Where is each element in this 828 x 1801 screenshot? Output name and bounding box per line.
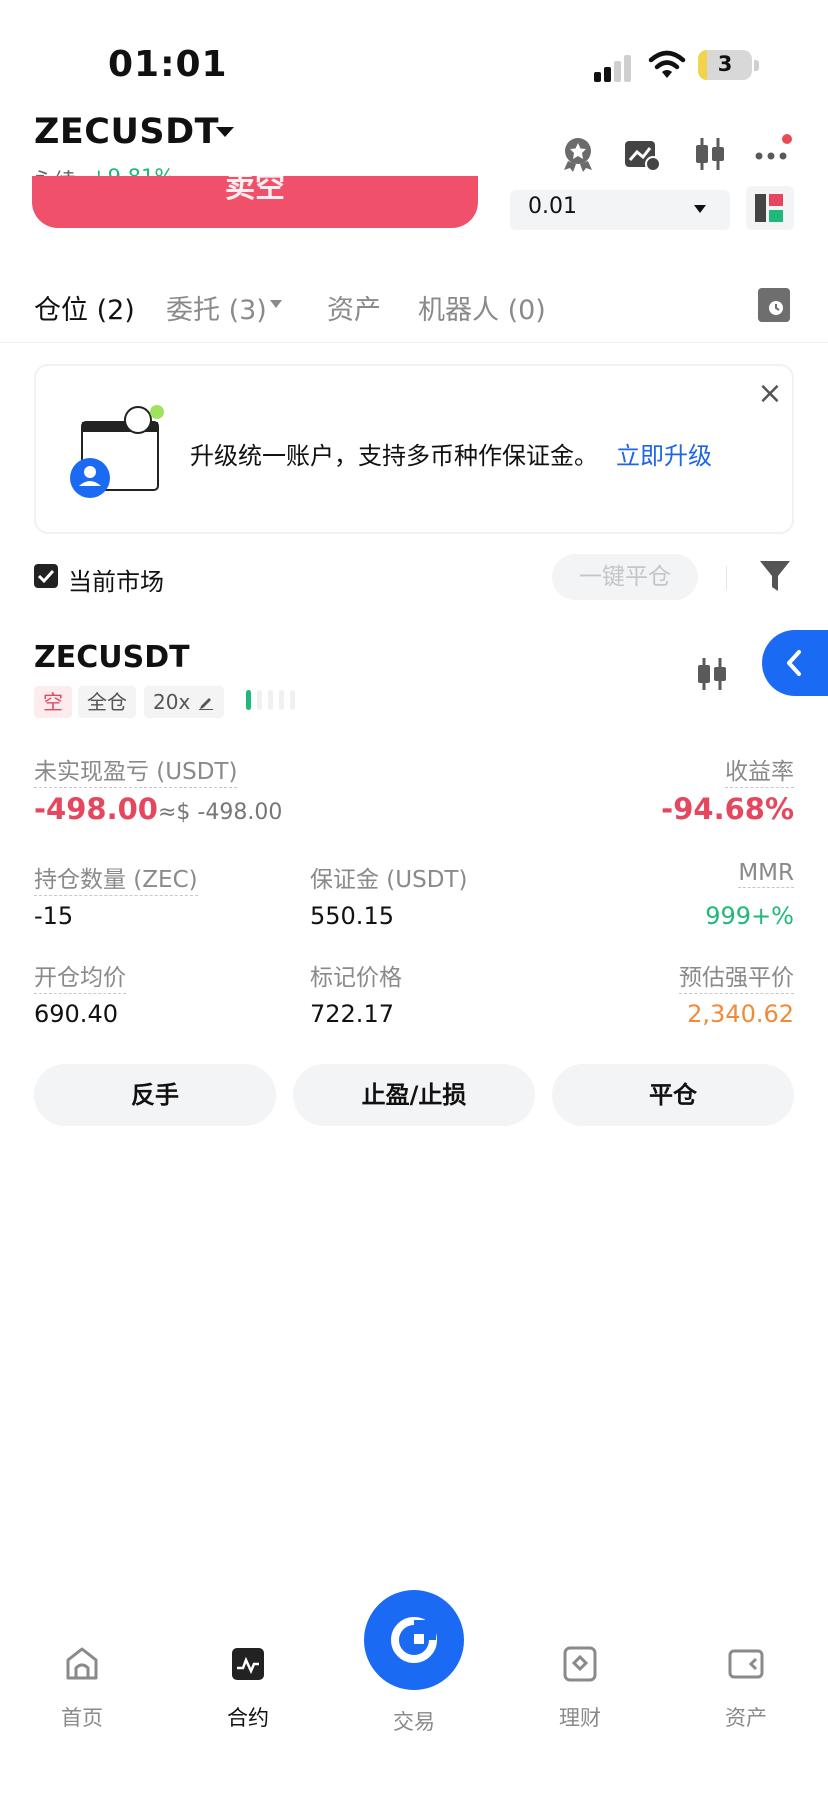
- filter-divider: [726, 566, 727, 590]
- tab-positions[interactable]: 仓位 (2): [34, 288, 135, 327]
- mmr-label[interactable]: MMR: [738, 860, 794, 888]
- battery-level: 3: [717, 52, 733, 76]
- cellular-signal-icon: [594, 52, 634, 82]
- current-market-label[interactable]: 当前市场: [68, 562, 164, 597]
- roe-label[interactable]: 收益率: [725, 752, 794, 788]
- margin-label: 保证金 (USDT): [310, 867, 468, 893]
- roe-value: -94.68%: [661, 792, 794, 826]
- leverage-value: 20x: [153, 690, 191, 714]
- filter-funnel-icon[interactable]: [758, 558, 792, 594]
- battery-icon: 3: [698, 50, 752, 80]
- nav-futures[interactable]: 合约: [198, 1644, 298, 1732]
- tab-assets[interactable]: 资产: [327, 288, 381, 327]
- nav-assets[interactable]: 资产: [696, 1644, 796, 1732]
- reverse-button[interactable]: 反手: [34, 1064, 276, 1126]
- close-position-button[interactable]: 平仓: [552, 1064, 794, 1126]
- upgrade-now-link[interactable]: 立即升级: [616, 436, 712, 471]
- side-tag: 空: [34, 686, 72, 718]
- nav-earn[interactable]: 理财: [530, 1644, 630, 1732]
- battery-cap: [754, 60, 759, 71]
- entry-price-value: 690.40: [34, 1000, 118, 1028]
- upgrade-banner: 升级统一账户，支持多币种作保证金。 立即升级 ×: [34, 364, 794, 534]
- award-icon[interactable]: [558, 134, 598, 174]
- history-document-icon[interactable]: [758, 288, 790, 322]
- unrealized-pnl-usd: ≈$ -498.00: [158, 800, 283, 825]
- nav-assets-label: 资产: [725, 1706, 767, 1730]
- entry-price-label[interactable]: 开仓均价: [34, 958, 126, 994]
- nav-trade-button[interactable]: [364, 1590, 464, 1690]
- qty-precision-value: 0.01: [528, 194, 577, 219]
- wifi-icon: [648, 50, 686, 78]
- nav-home[interactable]: 首页: [32, 1644, 132, 1732]
- leverage-risk-bars: [246, 690, 301, 712]
- notification-dot: [782, 134, 792, 144]
- candlestick-icon[interactable]: [692, 654, 732, 694]
- close-icon[interactable]: ×: [756, 379, 784, 409]
- nav-trade-label[interactable]: 交易: [364, 1706, 464, 1736]
- unrealized-pnl-label[interactable]: 未实现盈亏 (USDT): [34, 752, 238, 788]
- caret-down-icon: [694, 205, 706, 213]
- tpsl-button[interactable]: 止盈/止损: [293, 1064, 535, 1126]
- sell-short-label: 卖空: [225, 176, 285, 205]
- current-market-checkbox[interactable]: [34, 564, 58, 588]
- unified-account-illustration: [70, 405, 164, 498]
- mark-price-label: 标记价格: [310, 965, 402, 991]
- status-time: 01:01: [108, 44, 228, 85]
- qty-precision-select[interactable]: 0.01: [510, 190, 730, 230]
- candlestick-icon[interactable]: [690, 134, 730, 174]
- caret-down-icon[interactable]: [270, 300, 282, 308]
- banner-text: 升级统一账户，支持多币种作保证金。: [190, 442, 598, 470]
- margin-mode-tag: 全仓: [78, 686, 136, 718]
- mark-price-value: 722.17: [310, 1000, 394, 1028]
- tab-orders[interactable]: 委托 (3): [166, 288, 267, 327]
- position-pair[interactable]: ZECUSDT: [34, 640, 190, 675]
- unrealized-pnl-value: -498.00: [34, 792, 158, 826]
- liq-price-label[interactable]: 预估强平价: [679, 958, 794, 994]
- orderbook-layout-icon[interactable]: [746, 186, 794, 230]
- tab-bots[interactable]: 机器人 (0): [418, 288, 546, 327]
- tabs-divider: [0, 342, 828, 343]
- position-qty-value: -15: [34, 902, 74, 930]
- futures-icon: [232, 1648, 264, 1680]
- wallet-icon: [728, 1649, 764, 1679]
- nav-home-label: 首页: [61, 1706, 103, 1730]
- home-icon: [66, 1647, 98, 1680]
- nav-earn-label: 理财: [559, 1706, 601, 1730]
- position-qty-label[interactable]: 持仓数量 (ZEC): [34, 860, 198, 896]
- liq-price-value: 2,340.62: [687, 1000, 794, 1028]
- chart-image-icon[interactable]: [622, 134, 662, 174]
- trade-logo-icon: [391, 1617, 437, 1663]
- earn-icon: [563, 1646, 597, 1682]
- nav-futures-label: 合约: [227, 1706, 269, 1730]
- edit-icon: [199, 698, 214, 710]
- sell-short-button[interactable]: 卖空: [32, 176, 478, 228]
- pair-selector[interactable]: ZECUSDT: [34, 112, 219, 152]
- leverage-tag[interactable]: 20x: [144, 686, 225, 718]
- caret-down-icon[interactable]: [216, 127, 234, 137]
- side-panel-toggle-chevron-left-icon[interactable]: [762, 630, 828, 696]
- close-all-button[interactable]: 一键平仓: [552, 554, 698, 600]
- margin-value: 550.15: [310, 902, 394, 930]
- mmr-value: 999+%: [705, 902, 794, 930]
